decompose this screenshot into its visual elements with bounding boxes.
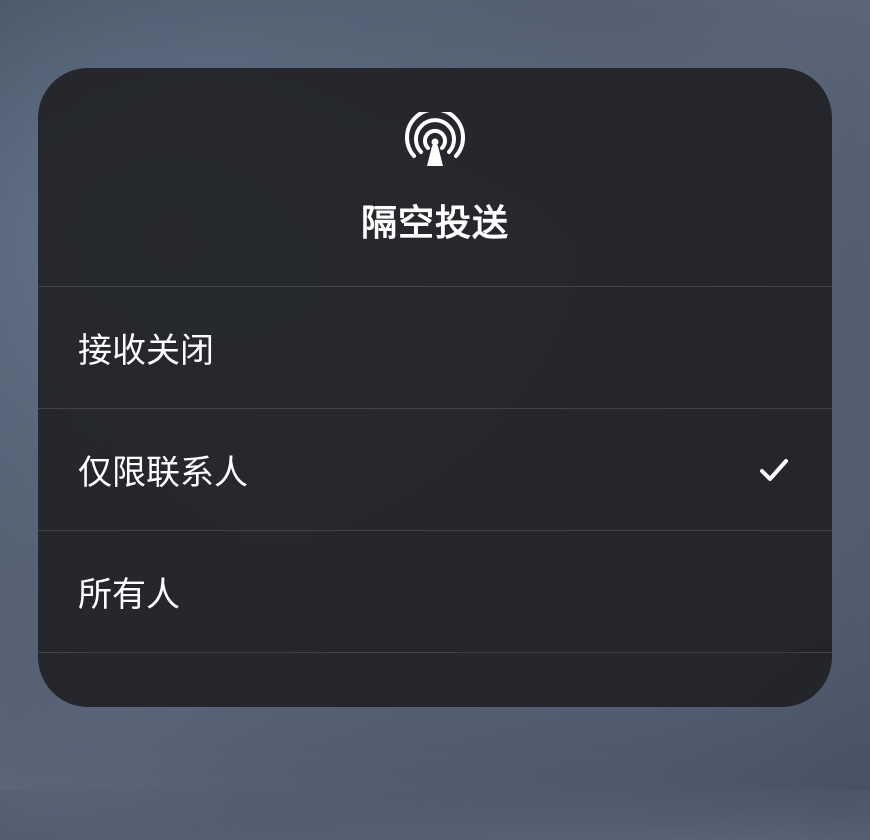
airdrop-settings-panel: 隔空投送 接收关闭 仅限联系人 所有人 bbox=[38, 68, 832, 707]
checkmark-icon bbox=[756, 452, 792, 488]
option-contacts-only[interactable]: 仅限联系人 bbox=[38, 409, 832, 531]
airdrop-icon bbox=[405, 112, 465, 172]
panel-header: 隔空投送 bbox=[38, 68, 832, 287]
panel-footer bbox=[38, 653, 832, 707]
option-label: 仅限联系人 bbox=[78, 445, 248, 494]
panel-title: 隔空投送 bbox=[361, 194, 509, 246]
option-label: 所有人 bbox=[78, 567, 180, 616]
option-label: 接收关闭 bbox=[78, 323, 214, 372]
option-receiving-off[interactable]: 接收关闭 bbox=[38, 287, 832, 409]
option-everyone[interactable]: 所有人 bbox=[38, 531, 832, 653]
